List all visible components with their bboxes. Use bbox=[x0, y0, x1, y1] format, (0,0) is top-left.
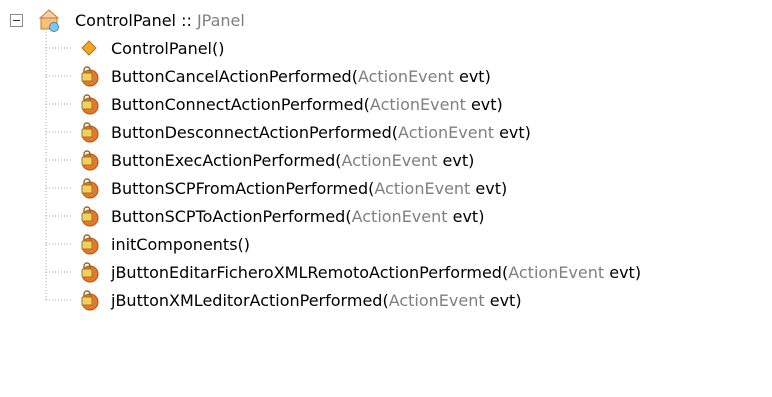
constructor-node[interactable]: ControlPanel() bbox=[76, 34, 224, 62]
param-type: ActionEvent bbox=[374, 178, 471, 198]
private-method-icon bbox=[81, 66, 99, 87]
param-name: evt bbox=[484, 290, 516, 310]
method-node[interactable]: ButtonDesconnectActionPerformed(ActionEv… bbox=[76, 118, 531, 146]
method-name: ButtonCancelActionPerformed( bbox=[111, 66, 358, 86]
collapse-toggle-icon[interactable] bbox=[10, 13, 23, 27]
method-name: jButtonEditarFicheroXMLRemotoActionPerfo… bbox=[111, 262, 509, 282]
method-node[interactable]: ButtonExecActionPerformed(ActionEvent ev… bbox=[76, 146, 474, 174]
method-node[interactable]: ButtonConnectActionPerformed(ActionEvent… bbox=[76, 90, 503, 118]
param-name: evt bbox=[437, 150, 469, 170]
private-method-icon bbox=[81, 206, 99, 227]
private-method-icon bbox=[81, 178, 99, 199]
param-name: evt bbox=[447, 206, 479, 226]
param-name: evt bbox=[465, 94, 497, 114]
param-name: evt bbox=[493, 122, 525, 142]
param-close-paren: ) bbox=[634, 262, 642, 282]
method-node[interactable]: ButtonCancelActionPerformed(ActionEvent … bbox=[76, 62, 491, 90]
param-type: ActionEvent bbox=[357, 66, 454, 86]
method-name: ButtonDesconnectActionPerformed( bbox=[111, 122, 399, 142]
method-name: initComponents() bbox=[111, 234, 251, 254]
method-node[interactable]: jButtonXMLeditorActionPerformed(ActionEv… bbox=[76, 286, 522, 314]
param-name: evt bbox=[470, 178, 501, 198]
param-type: ActionEvent bbox=[369, 94, 466, 114]
class-name: ControlPanel bbox=[75, 10, 176, 30]
param-close-paren: ) bbox=[468, 150, 475, 170]
method-node[interactable]: ButtonSCPToActionPerformed(ActionEvent e… bbox=[76, 202, 484, 230]
class-icon bbox=[38, 9, 60, 32]
private-method-icon bbox=[81, 122, 99, 143]
private-method-icon bbox=[81, 290, 99, 311]
private-method-icon bbox=[81, 94, 99, 115]
tree-root-node[interactable]: ControlPanel :: JPanel bbox=[10, 6, 245, 34]
param-close-paren: ) bbox=[515, 290, 522, 310]
param-close-paren: ) bbox=[501, 178, 508, 198]
method-node[interactable]: jButtonEditarFicheroXMLRemotoActionPerfo… bbox=[76, 258, 641, 286]
private-method-icon bbox=[81, 234, 99, 255]
param-type: ActionEvent bbox=[398, 122, 494, 142]
constructor-icon bbox=[81, 40, 97, 56]
method-name: ButtonSCPFromActionPerformed( bbox=[111, 178, 375, 198]
navigator-tree: ControlPanel :: JPanel ControlPanel()But… bbox=[0, 0, 772, 397]
param-name: evt bbox=[453, 66, 485, 86]
method-name: ButtonExecActionPerformed( bbox=[111, 150, 342, 170]
param-type: ActionEvent bbox=[341, 150, 438, 170]
class-supertype: JPanel bbox=[196, 10, 245, 30]
method-name: jButtonXMLeditorActionPerformed( bbox=[111, 290, 389, 310]
param-close-paren: ) bbox=[478, 206, 485, 226]
private-method-icon bbox=[81, 262, 99, 283]
method-node[interactable]: initComponents() bbox=[76, 230, 250, 258]
param-name: evt bbox=[604, 262, 635, 282]
method-name: ButtonSCPToActionPerformed( bbox=[111, 206, 352, 226]
private-method-icon bbox=[81, 150, 99, 171]
method-name: ControlPanel() bbox=[111, 38, 225, 58]
param-close-paren: ) bbox=[496, 94, 503, 114]
method-name: ButtonConnectActionPerformed( bbox=[111, 94, 370, 114]
param-type: ActionEvent bbox=[351, 206, 448, 226]
class-separator: :: bbox=[176, 10, 197, 30]
param-type: ActionEvent bbox=[388, 290, 485, 310]
param-close-paren: ) bbox=[484, 66, 491, 86]
param-close-paren: ) bbox=[524, 122, 531, 142]
method-node[interactable]: ButtonSCPFromActionPerformed(ActionEvent… bbox=[76, 174, 507, 202]
param-type: ActionEvent bbox=[508, 262, 605, 282]
